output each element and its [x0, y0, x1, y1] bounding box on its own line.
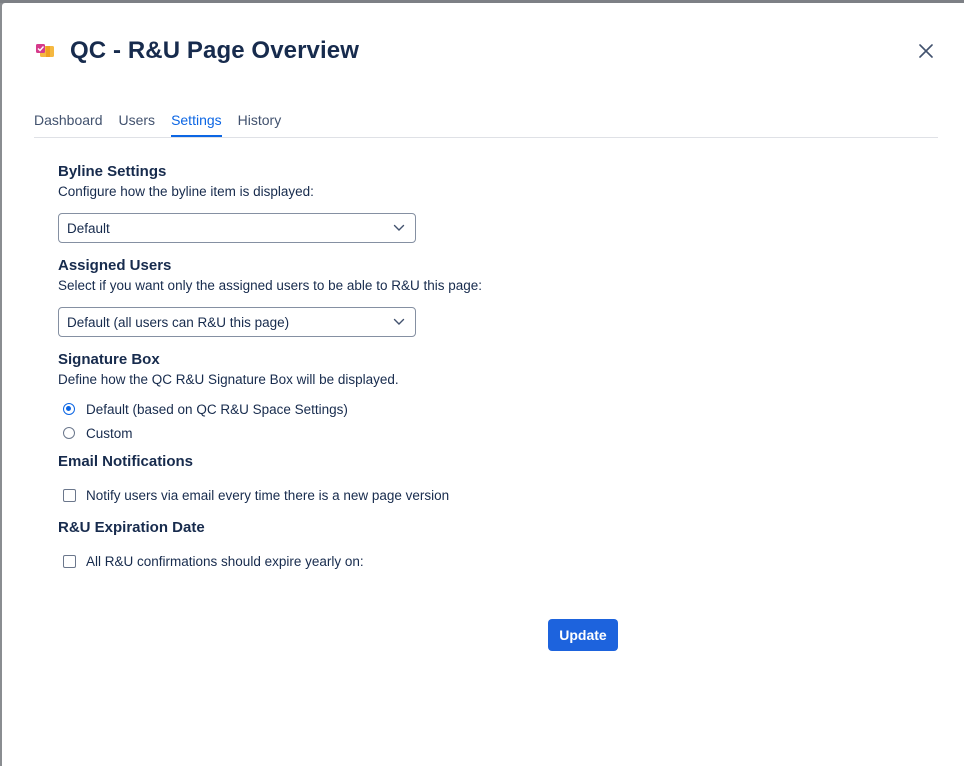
- tab-bar: Dashboard Users Settings History: [34, 111, 938, 138]
- radio-default[interactable]: [63, 403, 75, 415]
- settings-content: Byline Settings Configure how the byline…: [58, 161, 918, 573]
- settings-modal: QC - R&U Page Overview Dashboard Users S…: [2, 3, 964, 766]
- app-logo-icon: [34, 40, 56, 62]
- modal-title: QC - R&U Page Overview: [70, 37, 359, 64]
- expiration-option[interactable]: All R&U confirmations should expire year…: [58, 549, 918, 573]
- byline-description: Configure how the byline item is display…: [58, 184, 314, 199]
- assigned-users-description: Select if you want only the assigned use…: [58, 278, 482, 293]
- expiration-title: R&U Expiration Date: [58, 519, 205, 536]
- radio-custom[interactable]: [63, 427, 75, 439]
- assigned-users-select-value: Default (all users can R&U this page): [67, 314, 290, 330]
- email-notify-label: Notify users via email every time there …: [86, 487, 450, 503]
- email-notify-checkbox[interactable]: [63, 488, 76, 502]
- signature-box-description: Define how the QC R&U Signature Box will…: [58, 372, 399, 387]
- assigned-users-title: Assigned Users: [58, 257, 172, 274]
- signature-box-options: Default (based on QC R&U Space Settings)…: [58, 397, 918, 445]
- update-button[interactable]: Update: [548, 619, 618, 651]
- tab-dashboard[interactable]: Dashboard: [34, 111, 103, 137]
- modal-header: QC - R&U Page Overview: [34, 37, 359, 65]
- tab-settings[interactable]: Settings: [171, 111, 222, 137]
- expiration-checkbox[interactable]: [63, 554, 76, 568]
- signature-option-default[interactable]: Default (based on QC R&U Space Settings): [58, 397, 918, 421]
- email-notify-option[interactable]: Notify users via email every time there …: [58, 483, 918, 507]
- assigned-users-select[interactable]: Default (all users can R&U this page): [58, 307, 416, 337]
- signature-box-title: Signature Box: [58, 351, 160, 368]
- tab-users[interactable]: Users: [119, 111, 156, 137]
- signature-option-custom[interactable]: Custom: [58, 421, 918, 445]
- byline-select-value: Default: [67, 220, 110, 236]
- radio-custom-label: Custom: [86, 425, 133, 441]
- expiration-label: All R&U confirmations should expire year…: [86, 553, 364, 569]
- chevron-down-icon: [393, 318, 405, 325]
- chevron-down-icon: [393, 224, 405, 231]
- byline-select[interactable]: Default: [58, 213, 416, 243]
- close-button[interactable]: [914, 39, 938, 63]
- byline-title: Byline Settings: [58, 163, 167, 180]
- email-notifications-title: Email Notifications: [58, 453, 194, 470]
- radio-default-label: Default (based on QC R&U Space Settings): [86, 401, 348, 417]
- tab-history[interactable]: History: [238, 111, 282, 137]
- close-icon: [919, 44, 933, 58]
